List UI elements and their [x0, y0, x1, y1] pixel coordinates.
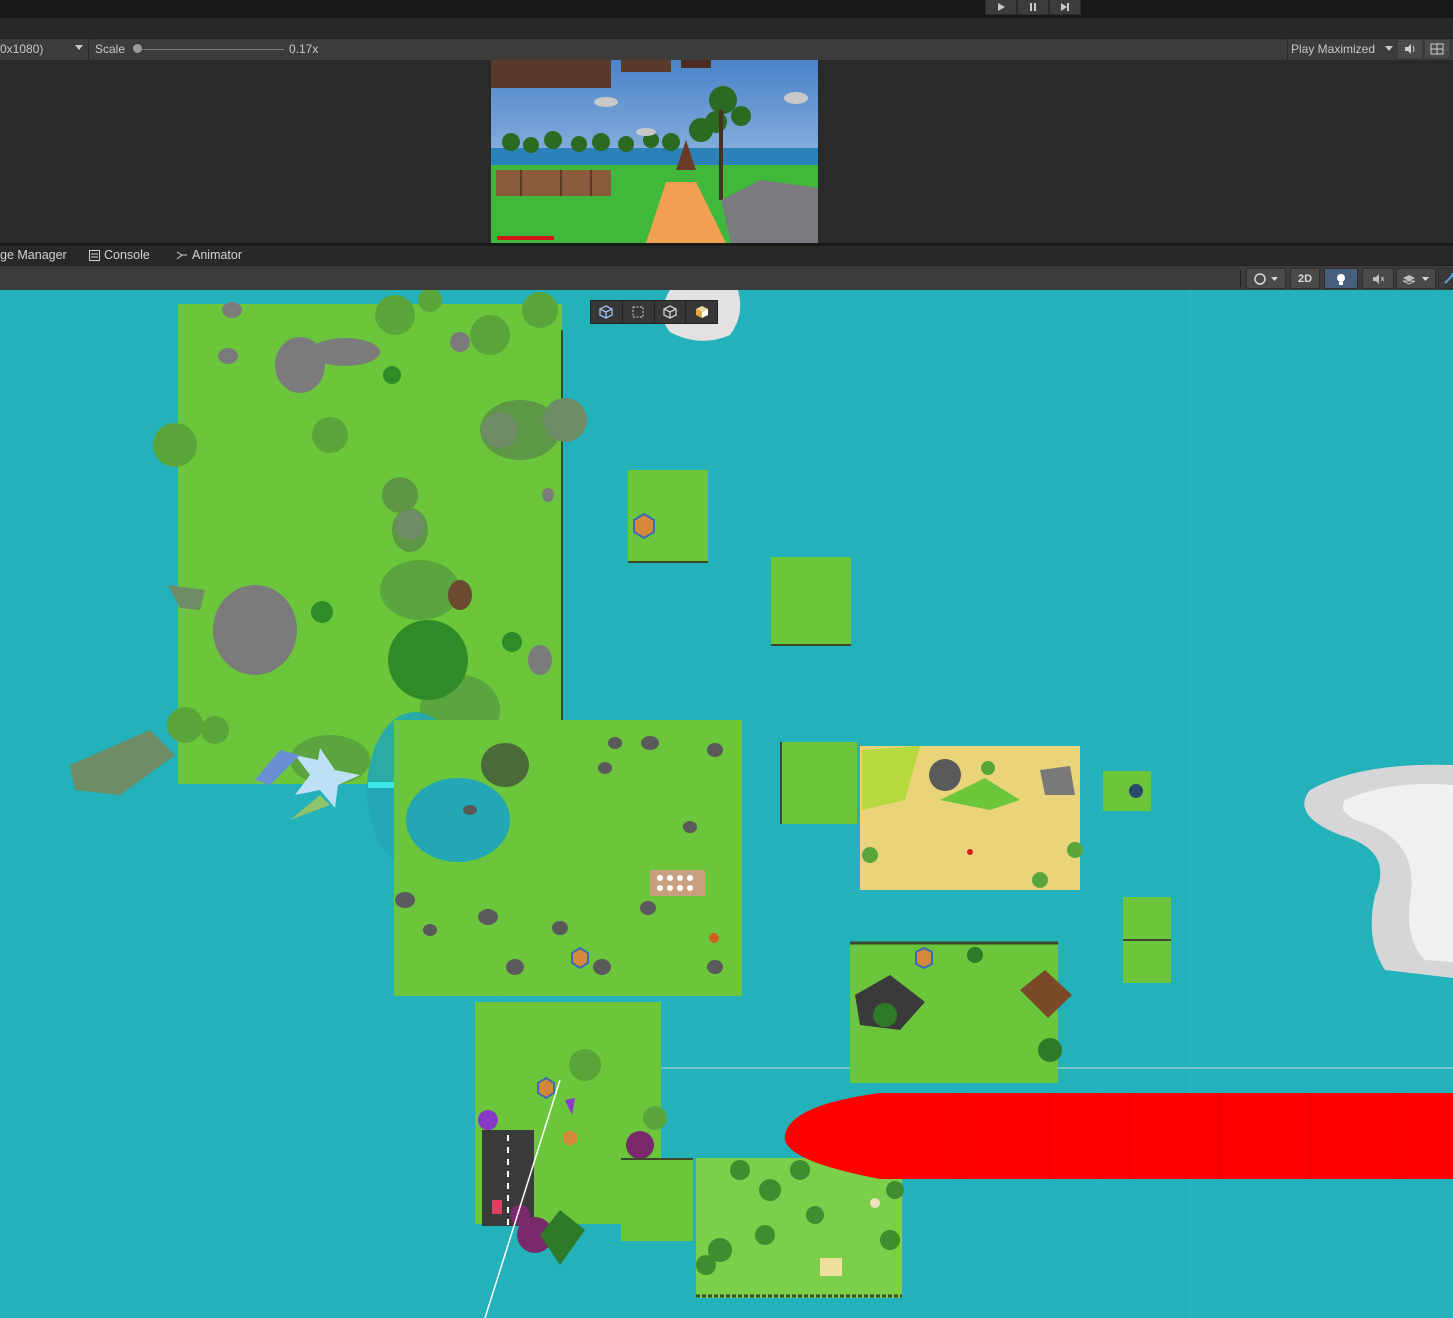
tab-strip: ge Manager Console Animator: [0, 246, 1453, 265]
wrench-icon: [1444, 272, 1453, 284]
divider: [1287, 39, 1288, 60]
cube-shaded-icon: [695, 306, 708, 318]
grid-icon: [1430, 43, 1444, 55]
tab-label: Console: [104, 248, 150, 262]
game-view-toolbar: 0x1080) Scale 0.17x Play Maximized: [0, 38, 1453, 61]
game-render-image: [491, 60, 818, 243]
speaker-icon: [1405, 44, 1415, 54]
play-button[interactable]: [985, 0, 1017, 15]
tab-label: ge Manager: [0, 248, 67, 262]
play-icon: [998, 3, 1005, 11]
play-toolbar: [0, 0, 1453, 18]
stats-button[interactable]: [1425, 40, 1449, 58]
lightbulb-icon: [1337, 273, 1345, 285]
toggle-2d-button[interactable]: 2D: [1290, 268, 1320, 289]
cube-outline-icon: [663, 305, 677, 319]
lighting-toggle[interactable]: [1324, 268, 1358, 289]
step-icon: [1061, 3, 1069, 11]
console-icon: [89, 249, 100, 261]
scene-canvas[interactable]: [0, 290, 1453, 1318]
mute-audio-button[interactable]: [1398, 40, 1422, 58]
scene-toolbar: 2D: [0, 265, 1453, 291]
audio-toggle[interactable]: [1362, 268, 1394, 289]
divider: [1240, 270, 1241, 287]
rect-tool-button[interactable]: [623, 301, 655, 323]
game-view[interactable]: [0, 60, 1453, 243]
scale-label: Scale: [95, 42, 126, 56]
rect-tool-icon: [632, 306, 644, 318]
chevron-down-icon[interactable]: [75, 45, 83, 51]
animator-icon: [176, 251, 187, 259]
scale-slider-handle[interactable]: [133, 44, 142, 53]
resolution-dropdown[interactable]: 0x1080): [0, 42, 43, 56]
step-button[interactable]: [1049, 0, 1081, 15]
tab-package-manager[interactable]: ge Manager: [0, 248, 67, 262]
play-mode-dropdown[interactable]: Play Maximized: [1291, 42, 1375, 56]
pause-icon: [1030, 3, 1036, 11]
divider: [88, 39, 89, 60]
toolbar-gap: [0, 18, 1453, 38]
tab-label: Animator: [192, 248, 243, 262]
chevron-down-icon[interactable]: [1385, 46, 1393, 52]
tab-animator[interactable]: Animator: [176, 248, 242, 262]
transform-tool-button[interactable]: [591, 301, 623, 323]
scale-value: 0.17x: [289, 42, 319, 56]
gizmos-button[interactable]: [1438, 268, 1453, 289]
effects-dropdown[interactable]: [1396, 268, 1436, 289]
scene-view[interactable]: [0, 290, 1453, 1318]
layers-icon: [1402, 274, 1429, 285]
tab-console[interactable]: Console: [89, 248, 150, 262]
scale-slider-track[interactable]: [136, 49, 284, 50]
sphere-icon: [1254, 272, 1278, 285]
bounds-tool-button[interactable]: [655, 301, 687, 323]
cube-icon: [599, 305, 614, 319]
pause-button[interactable]: [1017, 0, 1049, 15]
custom-tool-button[interactable]: [686, 301, 717, 323]
shading-mode-dropdown[interactable]: [1246, 268, 1286, 289]
audio-mute-icon: [1373, 273, 1385, 284]
scene-overlay-toolbar: [590, 300, 718, 324]
